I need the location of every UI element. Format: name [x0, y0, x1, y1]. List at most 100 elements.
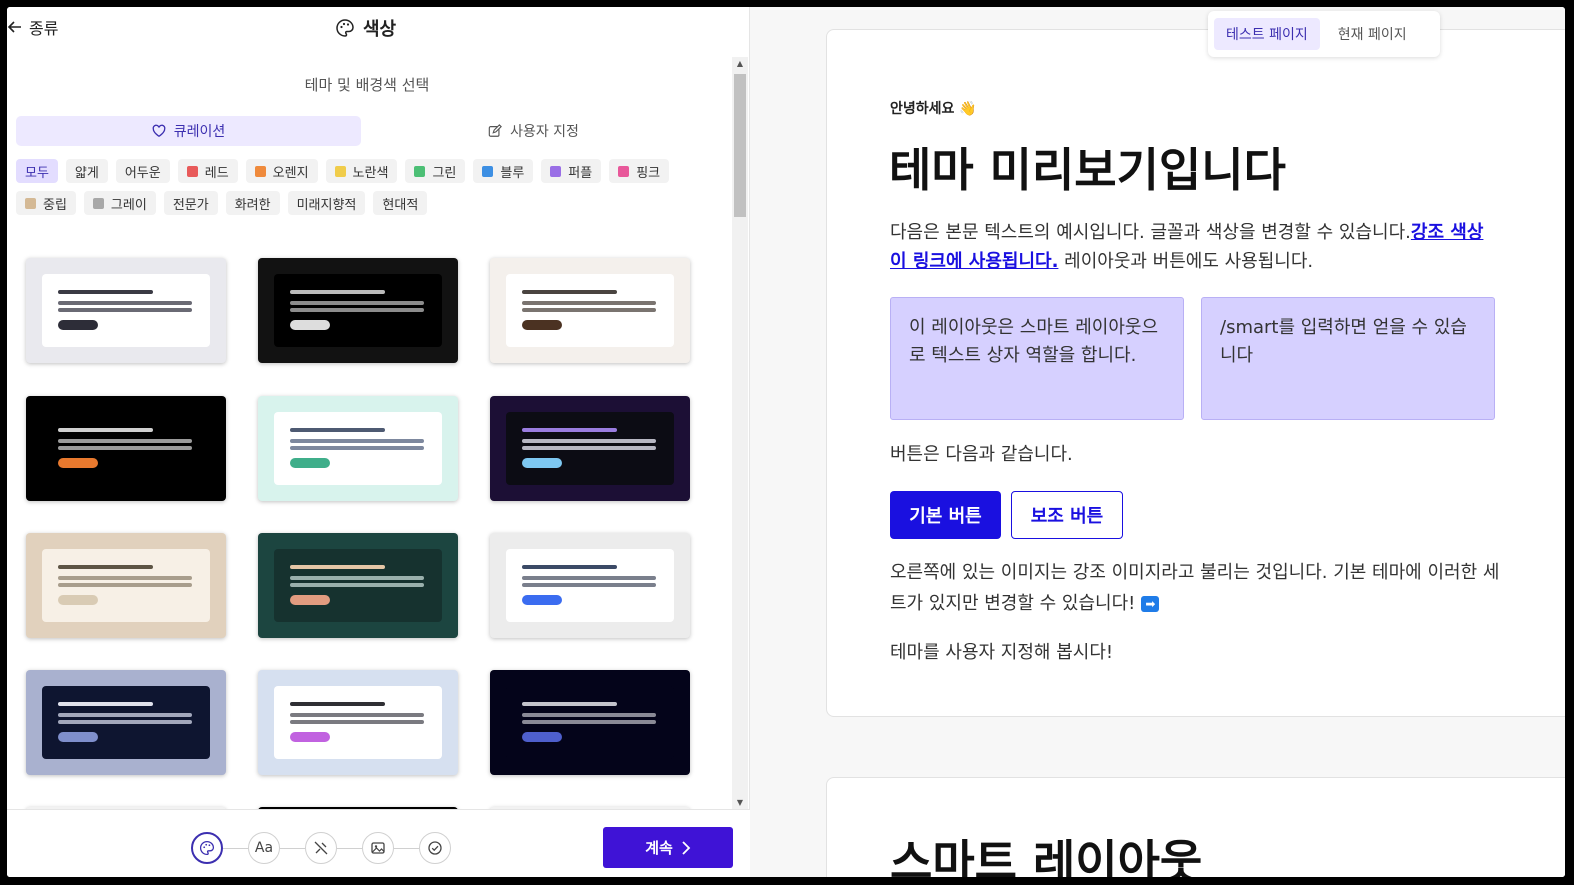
- step-style[interactable]: [305, 832, 337, 864]
- smart-layout-box: /smart를 입력하면 얻을 수 있습니다: [1201, 297, 1495, 420]
- palette-icon: [199, 840, 215, 856]
- filter-chip[interactable]: 어두운: [115, 159, 170, 183]
- tab-current-page[interactable]: 현재 페이지: [1326, 18, 1419, 50]
- theme-scroll-area[interactable]: 테마 및 배경색 선택 큐레이션 사용자 지정 모두 얇게 어두운 레드 오렌지 노란색 그…: [7, 57, 747, 809]
- tab-test-page[interactable]: 테스트 페이지: [1214, 18, 1320, 50]
- preview-text-line: [290, 713, 424, 717]
- filter-chip[interactable]: 레드: [177, 159, 238, 183]
- step-colors[interactable]: [191, 832, 223, 864]
- preview-text-line: [290, 301, 424, 305]
- bottom-toolbar: Aa 계속: [7, 809, 750, 877]
- filter-chip[interactable]: 모두: [16, 159, 58, 183]
- filter-chip[interactable]: 노란색: [325, 159, 398, 183]
- theme-tile[interactable]: [490, 670, 690, 775]
- filter-chip[interactable]: 중립: [16, 191, 76, 215]
- continue-label: 계속: [645, 839, 673, 857]
- preview-text-line: [58, 702, 153, 706]
- filter-chip-label: 전문가: [172, 197, 209, 213]
- primary-button[interactable]: 기본 버튼: [890, 491, 1001, 539]
- theme-preview-card: [42, 549, 210, 622]
- preview-text-line: [290, 290, 385, 294]
- secondary-button[interactable]: 보조 버튼: [1011, 491, 1123, 539]
- step-fonts[interactable]: Aa: [248, 832, 280, 864]
- filter-chip-label: 화려한: [234, 197, 271, 213]
- color-swatch: [25, 197, 36, 209]
- scroll-down-icon[interactable]: ▼: [732, 798, 748, 807]
- filter-chip[interactable]: 전문가: [163, 191, 218, 215]
- preview-text-line: [290, 428, 385, 432]
- filter-chip[interactable]: 핑크: [609, 159, 670, 183]
- theme-tile[interactable]: [490, 533, 690, 638]
- tab-custom-label: 사용자 지정: [510, 124, 579, 140]
- theme-preview-card: [42, 412, 210, 485]
- theme-tile[interactable]: [258, 396, 458, 501]
- theme-panel: 종류 색상 테마 및 배경색 선택 큐레이션 사용자 지정 모두 얇게 어두운 레드 오…: [7, 7, 750, 877]
- step-finish[interactable]: [419, 832, 451, 864]
- filter-chip[interactable]: 미래지향적: [287, 191, 366, 215]
- tab-custom[interactable]: 사용자 지정: [361, 116, 706, 146]
- back-button[interactable]: 종류: [7, 15, 58, 39]
- filter-chip[interactable]: 블루: [473, 159, 534, 183]
- theme-tile[interactable]: [258, 533, 458, 638]
- preview-text-line: [58, 583, 192, 587]
- theme-preview-card: [274, 686, 442, 759]
- filter-chip[interactable]: 그레이: [83, 191, 156, 215]
- filter-chip[interactable]: 오렌지: [245, 159, 318, 183]
- body-text: 다음은 본문 텍스트의 예시입니다. 글꼴과 색상을 변경할 수 있습니다.강조…: [890, 218, 1490, 276]
- preview-panel: 안녕하세요 👋 테마 미리보기입니다 다음은 본문 텍스트의 예시입니다. 글꼴…: [750, 7, 1565, 877]
- filter-chip[interactable]: 화려한: [225, 191, 280, 215]
- filter-chip[interactable]: 얇게: [65, 159, 108, 183]
- preview-button-pill: [290, 595, 330, 605]
- filter-chip[interactable]: 그린: [405, 159, 466, 183]
- preview-button-pill: [522, 458, 562, 468]
- preview-text-line: [290, 439, 424, 443]
- theme-tile[interactable]: [490, 396, 690, 501]
- heart-icon: [152, 124, 166, 138]
- preview-text-line: [522, 308, 656, 312]
- continue-button[interactable]: 계속: [603, 827, 733, 868]
- preview-button-pill: [290, 458, 330, 468]
- color-swatch: [618, 165, 630, 177]
- preview-text-line: [522, 290, 617, 294]
- next-heading: 스마트 레이아웃: [890, 835, 1203, 877]
- theme-tile[interactable]: [490, 258, 690, 363]
- preview-text-line: [522, 301, 656, 305]
- preview-text-line: [290, 583, 424, 587]
- preview-text-line: [58, 713, 192, 717]
- preview-text-line: [58, 720, 192, 724]
- preview-text-line: [522, 565, 617, 569]
- tab-curated[interactable]: 큐레이션: [16, 116, 361, 146]
- scroll-up-icon[interactable]: ▲: [732, 59, 748, 68]
- theme-tile[interactable]: [258, 258, 458, 363]
- filter-chip-label: 퍼플: [568, 165, 593, 181]
- preview-text-line: [522, 713, 656, 717]
- theme-tile[interactable]: [26, 533, 226, 638]
- theme-tile[interactable]: [26, 258, 226, 363]
- theme-source-tabs: 큐레이션 사용자 지정: [16, 116, 706, 146]
- preview-text-line: [290, 446, 424, 450]
- tab-curated-label: 큐레이션: [173, 124, 226, 140]
- theme-tile[interactable]: [258, 670, 458, 775]
- theme-preview-card: [506, 686, 674, 759]
- preview-button-pill: [58, 458, 98, 468]
- scrollbar[interactable]: ▲ ▼: [732, 57, 748, 809]
- scrollbar-thumb[interactable]: [734, 74, 746, 217]
- preview-button-pill: [290, 732, 330, 742]
- theme-tile[interactable]: [26, 670, 226, 775]
- preview-text-line: [58, 301, 192, 305]
- step-images[interactable]: [362, 832, 394, 864]
- filter-chip-label: 그린: [432, 165, 457, 181]
- preview-text-line: [290, 308, 424, 312]
- filter-chip[interactable]: 현대적: [373, 191, 428, 215]
- filter-chip[interactable]: 퍼플: [541, 159, 602, 183]
- preview-button-pill: [522, 732, 562, 742]
- filter-chip-label: 그레이: [110, 197, 147, 213]
- theme-preview-card: [506, 549, 674, 622]
- preview-text-line: [58, 565, 153, 569]
- filter-chip-label: 핑크: [636, 165, 661, 181]
- panel-title: 색상: [335, 15, 396, 41]
- theme-tile[interactable]: [26, 396, 226, 501]
- preview-text-line: [290, 576, 424, 580]
- color-swatch: [92, 197, 104, 209]
- filter-chip-label: 블루: [500, 165, 525, 181]
